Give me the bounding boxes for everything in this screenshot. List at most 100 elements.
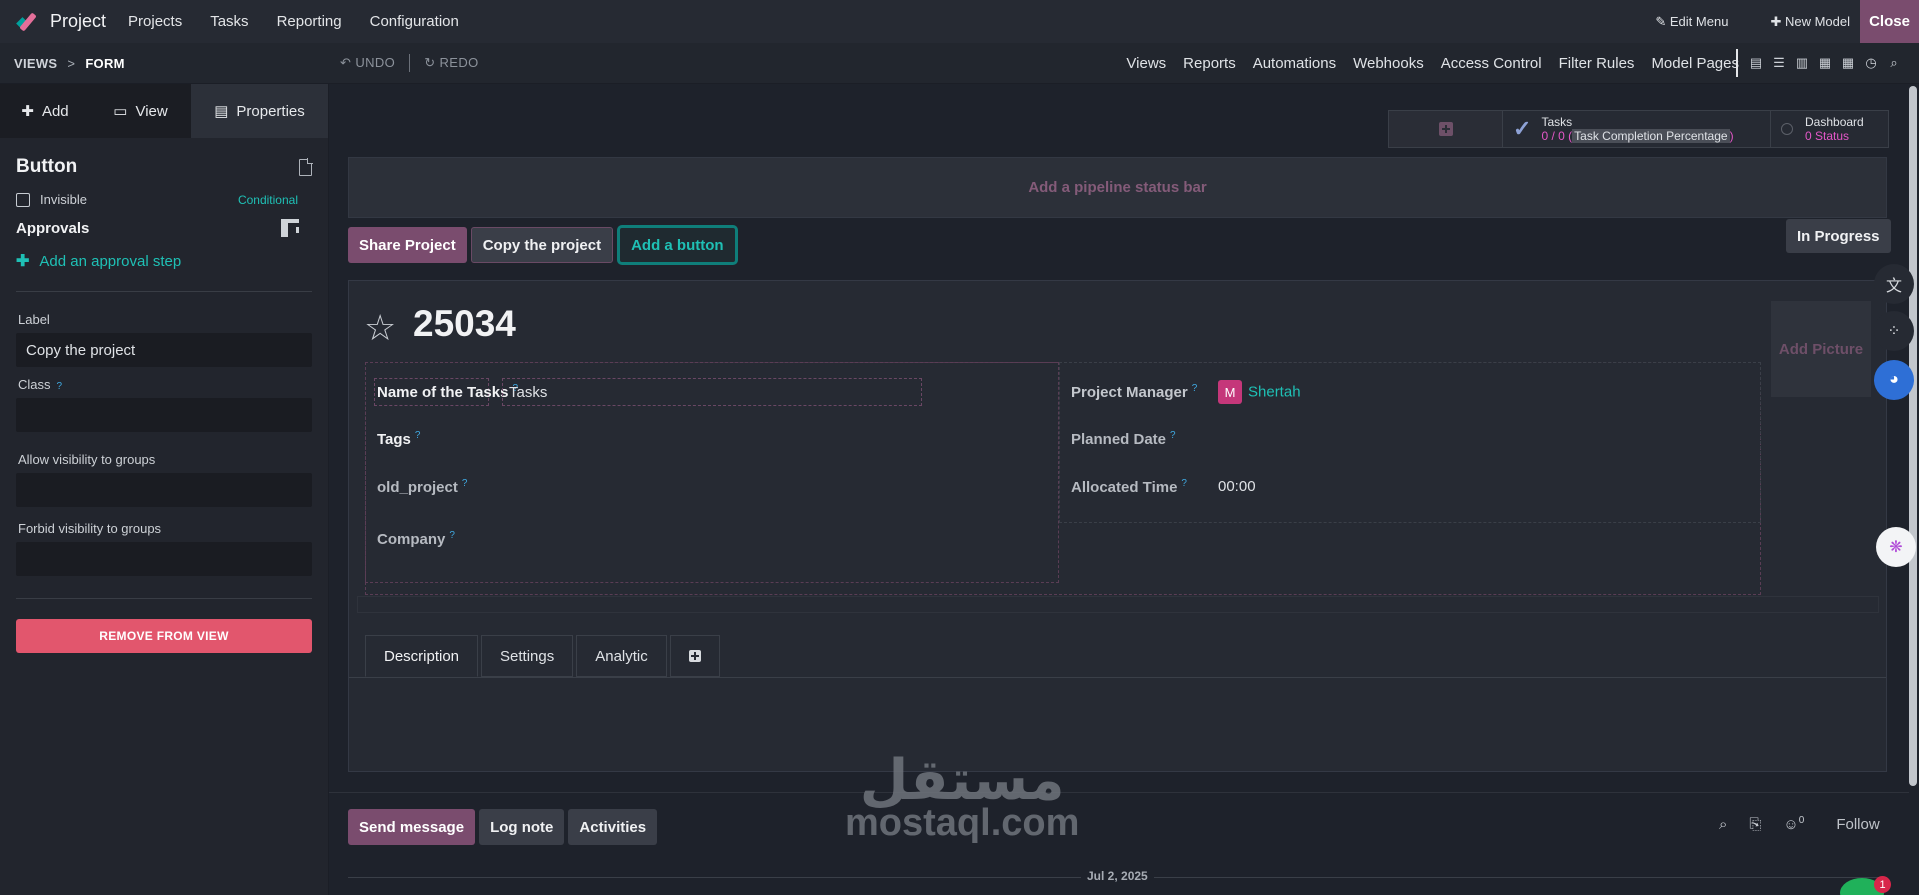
search-icon[interactable]: ⌕ — [1719, 816, 1727, 833]
share-project-button[interactable]: Share Project — [348, 227, 467, 263]
calendar-view-icon[interactable]: ▦ — [1817, 55, 1833, 70]
project-manager-value[interactable]: M Shertah — [1218, 380, 1301, 404]
tab-settings[interactable]: Settings — [481, 635, 574, 677]
project-manager-label[interactable]: Project Manager? — [1071, 383, 1197, 401]
planned-date-label[interactable]: Planned Date? — [1071, 430, 1176, 448]
tab-description[interactable]: Description — [365, 635, 479, 677]
add-pipeline-status-bar[interactable]: Add a pipeline status bar — [348, 157, 1887, 218]
search-view-icon[interactable]: ⌕ — [1886, 55, 1902, 70]
nav-views[interactable]: Views — [1126, 55, 1166, 72]
company-label[interactable]: Company? — [377, 530, 455, 548]
follow-button[interactable]: Follow — [1836, 816, 1879, 833]
allow-groups-input[interactable] — [16, 473, 312, 507]
tasks-completion-percentage: Task Completion Percentage — [1572, 129, 1730, 143]
allocated-time-value[interactable]: 00:00 — [1218, 478, 1256, 495]
add-approval-step-link[interactable]: ✚ Add an approval step — [16, 251, 312, 271]
chatter: Send message Log note Activities ⌕ ⎘ ☺0 … — [329, 792, 1909, 895]
activities-button[interactable]: Activities — [568, 809, 658, 845]
tasks-smart-button[interactable]: ✓ Tasks 0 / 0 (Task Completion Percentag… — [1503, 111, 1771, 147]
allow-groups-label: Allow visibility to groups — [18, 452, 156, 467]
new-model-button[interactable]: ✚ New Model — [1770, 14, 1850, 30]
help-tooltip-icon[interactable]: ? — [415, 430, 421, 441]
tab-add[interactable]: ✚ Add — [0, 84, 90, 138]
check-icon: ✓ — [1513, 116, 1532, 141]
help-tooltip-icon[interactable]: ? — [449, 530, 455, 541]
undo-icon: ↶ — [340, 55, 352, 70]
studio-sidebar: ✚ Add ▭ View ▤ Properties Button Invisible … — [0, 84, 328, 895]
activity-view-icon[interactable]: ◷ — [1863, 55, 1879, 70]
copy-project-button[interactable]: Copy the project — [470, 227, 614, 263]
nav-reports[interactable]: Reports — [1183, 55, 1236, 72]
nav-automations[interactable]: Automations — [1253, 55, 1336, 72]
allocated-time-label-text: Allocated Time — [1071, 479, 1178, 496]
scrollbar[interactable] — [1909, 86, 1917, 786]
apps-grid-icon[interactable]: ⁘ — [1874, 311, 1914, 351]
add-tab-button[interactable] — [669, 635, 720, 677]
help-tooltip-icon[interactable]: ? — [462, 478, 468, 489]
manager-link[interactable]: Shertah — [1248, 384, 1301, 401]
conditional-link[interactable]: Conditional — [238, 193, 298, 207]
dashboard-smart-button[interactable]: Dashboard 0 Status — [1771, 111, 1888, 147]
paperclip-icon[interactable]: ⎘ — [1749, 816, 1761, 833]
name-of-tasks-value[interactable]: Tasks — [509, 384, 547, 401]
log-note-button[interactable]: Log note — [479, 809, 565, 845]
undo-button[interactable]: ↶ UNDO — [340, 55, 395, 71]
kanban-view-icon[interactable]: ▥ — [1794, 55, 1810, 70]
followers-icon[interactable]: ☺0 — [1783, 815, 1804, 833]
close-studio-button[interactable]: Close — [1860, 0, 1919, 44]
menu-tasks[interactable]: Tasks — [210, 13, 248, 30]
breadcrumb-current: FORM — [85, 55, 125, 71]
nav-webhooks[interactable]: Webhooks — [1353, 55, 1424, 72]
redo-button[interactable]: ↻ REDO — [424, 55, 478, 71]
separator-dropzone[interactable] — [357, 596, 1879, 613]
edit-menu-button[interactable]: ✎ Edit Menu — [1655, 14, 1728, 30]
menu-reporting[interactable]: Reporting — [277, 13, 342, 30]
tasks-smart-value: 0 / 0 (Task Completion Percentage) — [1541, 129, 1734, 143]
watermark-arabic: مستقل — [859, 748, 1065, 813]
status-badge[interactable]: In Progress — [1786, 219, 1891, 253]
dashboard-smart-value: 0 Status — [1805, 129, 1850, 143]
breadcrumb-views[interactable]: VIEWS — [14, 56, 57, 71]
add-a-button[interactable]: Add a button — [617, 225, 738, 265]
forbid-groups-input[interactable] — [16, 542, 312, 576]
divider — [16, 291, 312, 292]
translate-icon[interactable]: 文 — [1874, 264, 1914, 304]
nav-model-pages[interactable]: Model Pages — [1651, 55, 1739, 72]
approval-rules-icon[interactable] — [281, 219, 299, 237]
tab-view[interactable]: ▭ View — [90, 84, 191, 138]
help-tooltip-icon[interactable]: ? — [1181, 478, 1187, 489]
ai-brain-icon[interactable]: ❋ — [1876, 527, 1916, 567]
remove-from-view-button[interactable]: REMOVE FROM VIEW — [16, 619, 312, 653]
view-type-switcher: ▤ ☰ ▥ ▦ ▦ ◷ ⌕ — [1736, 49, 1909, 77]
menu-projects[interactable]: Projects — [128, 13, 182, 30]
pivot-view-icon[interactable]: ▦ — [1840, 55, 1856, 70]
star-icon[interactable]: ☆ — [364, 307, 396, 349]
add-smart-button[interactable] — [1389, 111, 1503, 147]
name-of-tasks-label[interactable]: Name of the Tasks? — [377, 383, 518, 401]
document-icon[interactable] — [299, 157, 313, 176]
help-tooltip-icon[interactable]: ? — [1192, 383, 1198, 394]
label-input[interactable]: Copy the project — [16, 333, 312, 367]
divider — [409, 54, 411, 72]
old-project-label[interactable]: old_project? — [377, 478, 467, 496]
list-view-icon[interactable]: ☰ — [1771, 55, 1787, 70]
allocated-time-label[interactable]: Allocated Time? — [1071, 478, 1187, 496]
tab-analytic[interactable]: Analytic — [576, 635, 667, 677]
tasks-count: 0 / 0 — [1541, 129, 1565, 143]
assistant-bot-icon[interactable]: ◕ — [1874, 360, 1914, 400]
class-input[interactable] — [16, 398, 312, 432]
send-message-button[interactable]: Send message — [348, 809, 476, 845]
app-brand[interactable]: Project — [16, 10, 106, 34]
menu-configuration[interactable]: Configuration — [370, 13, 459, 30]
nav-access-control[interactable]: Access Control — [1441, 55, 1542, 72]
nav-filter-rules[interactable]: Filter Rules — [1559, 55, 1635, 72]
help-tooltip-icon[interactable]: ? — [57, 381, 63, 392]
help-tooltip-icon[interactable]: ? — [1170, 430, 1176, 441]
tags-label[interactable]: Tags? — [377, 430, 420, 448]
form-view-icon[interactable]: ▤ — [1748, 55, 1764, 70]
invisible-checkbox[interactable] — [16, 192, 30, 207]
record-title[interactable]: 25034 — [413, 303, 516, 345]
add-picture-button[interactable]: Add Picture — [1771, 301, 1871, 397]
tab-properties[interactable]: ▤ Properties — [191, 84, 328, 138]
forbid-groups-label: Forbid visibility to groups — [18, 521, 162, 536]
